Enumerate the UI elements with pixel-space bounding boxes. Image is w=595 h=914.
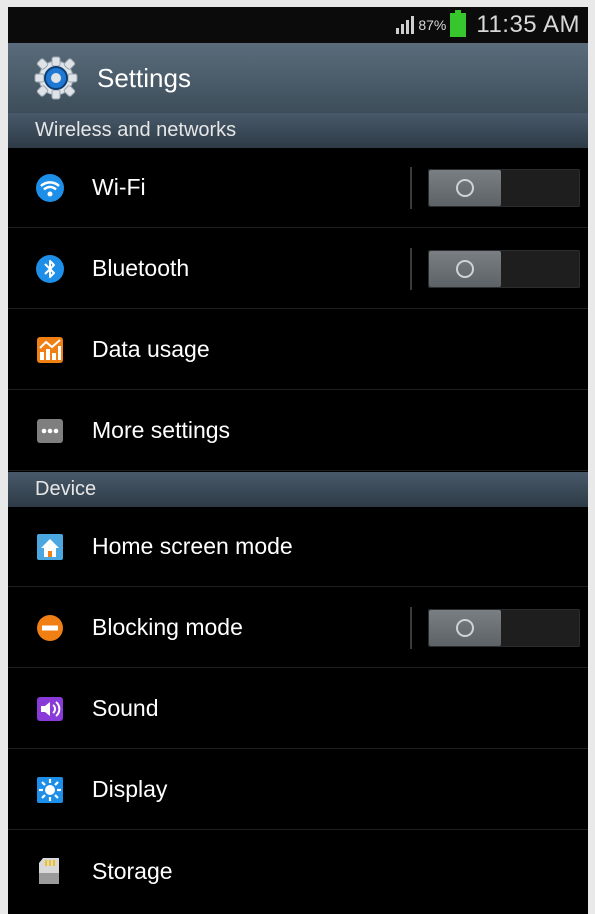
section-label: Device xyxy=(35,478,97,500)
gear-icon xyxy=(34,56,78,100)
data-usage-icon xyxy=(36,336,64,364)
wifi-toggle[interactable] xyxy=(428,169,580,207)
bluetooth-icon xyxy=(36,254,64,283)
section-header-device: Device xyxy=(8,472,588,507)
settings-item-home-screen-mode[interactable]: Home screen mode xyxy=(8,507,588,587)
section-header-wireless: Wireless and networks xyxy=(8,113,588,148)
toggle-knob xyxy=(429,610,501,646)
display-icon xyxy=(36,776,64,804)
battery-icon xyxy=(450,10,467,37)
settings-item-wifi[interactable]: Wi-Fi xyxy=(8,148,588,228)
toggle-knob xyxy=(429,170,501,206)
section-label: Wireless and networks xyxy=(35,119,237,141)
clock: 11:35 AM xyxy=(476,11,580,38)
settings-item-label: Data usage xyxy=(92,336,210,362)
settings-item-sound[interactable]: Sound xyxy=(8,669,588,749)
settings-item-bluetooth[interactable]: Bluetooth xyxy=(8,229,588,309)
blocking-mode-toggle[interactable] xyxy=(428,609,580,647)
wifi-icon xyxy=(36,173,64,202)
battery-percentage: 87% xyxy=(418,17,447,33)
page-title: Settings xyxy=(97,62,191,93)
status-bar: 87% 11:35 AM xyxy=(8,7,588,43)
settings-item-more-settings[interactable]: More settings xyxy=(8,391,588,471)
sound-icon xyxy=(36,695,64,723)
settings-item-display[interactable]: Display xyxy=(8,750,588,830)
settings-item-label: Storage xyxy=(92,857,173,884)
phone-screen: 87% 11:35 AM Settings Wireless and netwo… xyxy=(8,7,588,914)
bluetooth-toggle[interactable] xyxy=(428,250,580,288)
title-bar: Settings xyxy=(8,43,588,113)
settings-item-label: More settings xyxy=(92,417,231,443)
settings-item-label: Display xyxy=(92,776,168,802)
toggle-knob xyxy=(429,251,501,287)
settings-item-blocking-mode[interactable]: Blocking mode xyxy=(8,588,588,668)
home-icon xyxy=(36,533,64,561)
settings-item-storage[interactable]: Storage xyxy=(8,831,588,911)
signal-icon xyxy=(396,16,415,34)
settings-item-label: Sound xyxy=(92,695,159,721)
more-icon xyxy=(36,417,64,445)
settings-item-data-usage[interactable]: Data usage xyxy=(8,310,588,390)
storage-icon xyxy=(36,857,64,885)
blocking-icon xyxy=(36,614,64,642)
divider xyxy=(410,607,412,649)
divider xyxy=(410,167,412,209)
divider xyxy=(410,248,412,290)
settings-item-label: Home screen mode xyxy=(92,533,293,559)
